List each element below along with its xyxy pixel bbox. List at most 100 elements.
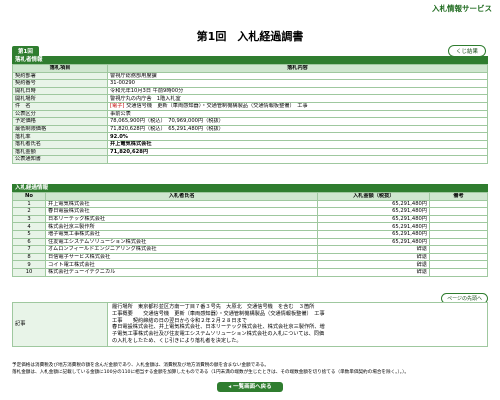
info-value-cell bbox=[107, 155, 488, 164]
info-value: 78,065,900円（税込） 70,969,000円（税抜） bbox=[110, 118, 224, 125]
info-value: 令和元年10月3日 午前9時00分 bbox=[110, 88, 184, 95]
info-row: 契約部署 警視庁総務部用度課 bbox=[12, 71, 488, 81]
bid-note bbox=[429, 214, 488, 224]
bid-no: 8 bbox=[12, 252, 46, 262]
info-value: 警視庁丸の内庁舎 1階入札室 bbox=[110, 95, 181, 102]
service-title: 入札情報サービス bbox=[432, 4, 492, 13]
bid-row: 3 日本リーテック株式会社 65,291,480円 bbox=[12, 214, 488, 224]
round-tab[interactable]: 第1回 bbox=[12, 46, 39, 56]
info-row: 落札率 92.0% bbox=[12, 132, 488, 141]
bid-history-table: No 入札者氏名 入札金額（税抜） 備考 1 井上電気株式会社 65,291,480… bbox=[12, 192, 488, 277]
info-label: 開札日時 bbox=[12, 86, 108, 96]
bid-no: 5 bbox=[12, 229, 46, 239]
bid-no: 9 bbox=[12, 260, 46, 269]
bid-history-section-header: 入札経過情報 bbox=[12, 184, 488, 192]
winner-info-table: 落札項目 落札内容 契約部署 警視庁総務部用度課 契約番号 31-00290 開札日時令… bbox=[12, 64, 488, 164]
bidder-name: 日信電子サービス株式会社 bbox=[44, 252, 319, 262]
bid-note bbox=[429, 267, 488, 277]
bid-no: 2 bbox=[12, 207, 46, 216]
col-amount-header: 入札金額（税抜） bbox=[317, 192, 430, 201]
remarks-text: 履行場所 東京都杉並区方南一丁目７番３号先 大原北 交通信号機 を含む ３箇所 … bbox=[107, 302, 488, 347]
info-row: 契約番号 31-00290 bbox=[12, 79, 488, 88]
info-row: 最低制限価格 71,820,628円（税込） 65,291,480円（税抜） bbox=[12, 124, 488, 134]
info-label: 件 名 bbox=[12, 101, 108, 111]
electronic-tag: [電子] bbox=[110, 103, 125, 110]
bid-amount: 辞退 bbox=[317, 252, 430, 262]
info-label: 公表通知書 bbox=[12, 155, 108, 164]
bid-no: 10 bbox=[12, 267, 46, 277]
info-value: 71,820,628円 bbox=[110, 148, 149, 155]
info-value-cell: 事前公表 bbox=[107, 109, 488, 119]
info-value-cell: 78,065,900円（税込） 70,969,000円（税抜） bbox=[107, 117, 488, 126]
bid-no: 4 bbox=[12, 222, 46, 231]
info-row: 開札日時 令和元年10月3日 午前9時00分 bbox=[12, 86, 488, 96]
info-row: 公表区分 事前公表 bbox=[12, 109, 488, 119]
info-value-cell: 31-00290 bbox=[107, 79, 488, 88]
remarks-table: 記事 履行場所 東京都杉並区方南一丁目７番３号先 大原北 交通信号機 を含む ３… bbox=[12, 302, 488, 347]
info-label: 契約部署 bbox=[12, 71, 108, 81]
bid-note bbox=[429, 207, 488, 216]
info-value: 警視庁総務部用度課 bbox=[110, 72, 157, 79]
footnote-2: 落札金額は、入札金額に記載している金額に100分の110に相当する金額を加算した… bbox=[12, 370, 409, 375]
bid-amount: 65,291,480円 bbox=[317, 214, 430, 224]
info-label: 最低制限価格 bbox=[12, 124, 108, 134]
bidder-name: コイト電工株式会社 bbox=[44, 260, 319, 269]
bidder-name: 住友電工システムソリューション株式会社 bbox=[44, 237, 319, 247]
bid-no: 1 bbox=[12, 199, 46, 209]
remarks-label: 記事 bbox=[12, 302, 108, 347]
info-row: 予定価格 78,065,900円（税込） 70,969,000円（税抜） bbox=[12, 117, 488, 126]
bid-no: 3 bbox=[12, 214, 46, 224]
back-to-list-button[interactable]: ◂ 一覧画面へ戻る bbox=[217, 382, 283, 392]
col-no-header: No bbox=[12, 192, 46, 201]
bidder-name: 増子電気工事株式会社 bbox=[44, 229, 319, 239]
info-label: 落札者氏名 bbox=[12, 139, 108, 149]
info-value-cell: 警視庁総務部用度課 bbox=[107, 71, 488, 81]
footnote-1: 予定価格は消費税及び地方消費税の額を含んだ金額であり、入札金額は、消費税及び地方… bbox=[12, 363, 269, 368]
bid-row: 4 株式会社京三製作所 65,291,480円 bbox=[12, 222, 488, 231]
info-row: 件 名 [電子] 交通信号機 更新（車両感知器）・交通管制機構製品（交通情報板整備… bbox=[12, 101, 488, 111]
info-label: 落札率 bbox=[12, 132, 108, 141]
bid-amount: 65,291,480円 bbox=[317, 222, 430, 231]
info-value-cell: 井上電気株式会社 bbox=[107, 139, 488, 149]
bid-amount: 65,291,480円 bbox=[317, 207, 430, 216]
bid-row: 8 日信電子サービス株式会社 辞退 bbox=[12, 252, 488, 262]
info-row: 落札金額 71,820,628円 bbox=[12, 147, 488, 157]
info-value-cell: 71,820,628円 bbox=[107, 147, 488, 157]
info-value-cell: 令和元年10月3日 午前9時00分 bbox=[107, 86, 488, 96]
bid-row: 7 オムロンフィールドエンジニアリング株式会社 辞退 bbox=[12, 245, 488, 254]
bid-note bbox=[429, 237, 488, 247]
bid-note bbox=[429, 222, 488, 231]
bid-note bbox=[429, 229, 488, 239]
bid-row: 2 春日電設株式会社 65,291,480円 bbox=[12, 207, 488, 216]
info-label: 契約番号 bbox=[12, 79, 108, 88]
info-row: 落札者氏名 井上電気株式会社 bbox=[12, 139, 488, 149]
col-content-header: 落札内容 bbox=[107, 64, 488, 73]
info-label: 開札場所 bbox=[12, 94, 108, 103]
info-value-cell: 警視庁丸の内庁舎 1階入札室 bbox=[107, 94, 488, 103]
info-value: 71,820,628円（税込） 65,291,480円（税抜） bbox=[110, 126, 224, 132]
bid-amount: 辞退 bbox=[317, 267, 430, 277]
bidder-name: オムロンフィールドエンジニアリング株式会社 bbox=[44, 245, 319, 254]
page-title: 第1回 入札経過調書 bbox=[196, 30, 304, 43]
info-label: 公表区分 bbox=[12, 109, 108, 119]
info-value: 交通信号機 更新（車両感知器）・交通管制機構製品（交通情報板整備） 工事 bbox=[124, 103, 308, 110]
bid-amount: 65,291,480円 bbox=[317, 237, 430, 247]
bid-row: 5 増子電気工事株式会社 65,291,480円 bbox=[12, 229, 488, 239]
info-label: 落札金額 bbox=[12, 147, 108, 157]
bid-note bbox=[429, 252, 488, 262]
info-label: 予定価格 bbox=[12, 117, 108, 126]
bid-row: 9 コイト電工株式会社 辞退 bbox=[12, 260, 488, 269]
info-value: 井上電気株式会社 bbox=[110, 141, 152, 148]
bid-note bbox=[429, 260, 488, 269]
info-value-cell: 92.0% bbox=[107, 132, 488, 141]
bid-amount: 辞退 bbox=[317, 245, 430, 254]
bid-no: 7 bbox=[12, 245, 46, 254]
bid-note bbox=[429, 245, 488, 254]
bid-amount: 65,291,480円 bbox=[317, 229, 430, 239]
info-row: 開札場所 警視庁丸の内庁舎 1階入札室 bbox=[12, 94, 488, 103]
winner-info-section-header: 落札者情報 bbox=[12, 56, 488, 64]
col-name-header: 入札者氏名 bbox=[44, 192, 319, 201]
bidder-name: 株式会社デューイテクニカル bbox=[44, 267, 319, 277]
info-value: 事前公表 bbox=[110, 110, 131, 117]
bidder-name: 日本リーテック株式会社 bbox=[44, 214, 319, 224]
